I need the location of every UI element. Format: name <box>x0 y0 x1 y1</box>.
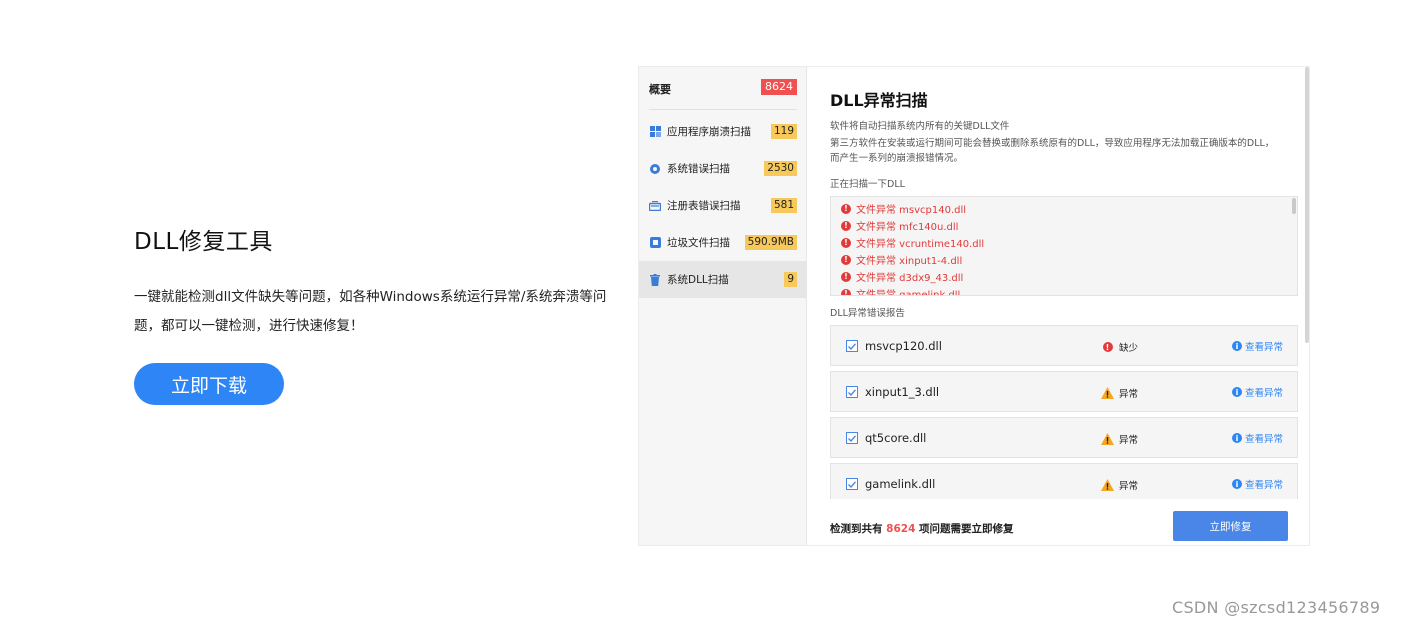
scan-log-scrollbar[interactable] <box>1292 198 1296 214</box>
scan-line-text: 文件异常 xinput1-4.dll <box>856 256 963 267</box>
sidebar-item-registry[interactable]: 注册表错误扫描 581 <box>639 187 807 224</box>
info-icon: i <box>1231 479 1242 489</box>
view-error-text: 查看异常 <box>1244 480 1283 491</box>
status-warning: 异常 <box>1101 478 1138 492</box>
summary-count: 8624 <box>886 523 916 535</box>
scan-line-text: 文件异常 msvcp140.dll <box>856 205 967 216</box>
error-icon: ! <box>1101 341 1114 353</box>
scan-line-text: 文件异常 mfc140u.dll <box>856 222 959 233</box>
panel-title: DLL异常扫描 <box>830 91 928 110</box>
error-icon: ! <box>841 237 851 248</box>
report-row: xinput1_3.dll 异常 i 查看异常 <box>830 371 1298 412</box>
watermark: CSDN @szcsd123456789 <box>1172 598 1381 617</box>
warning-icon <box>1101 387 1114 399</box>
download-button[interactable]: 立即下载 <box>134 363 284 405</box>
error-icon: ! <box>841 203 851 214</box>
issue-summary: 检测到共有 8624 项问题需要立即修复 <box>830 521 1014 536</box>
overview-count-badge: 8624 <box>761 79 797 95</box>
error-icon: ! <box>841 288 851 295</box>
junk-icon <box>649 237 661 249</box>
app-window: 概要 8624 应用程序崩溃扫描 119 系统错误扫描 2530 注册表错误扫描… <box>638 66 1310 546</box>
status-text: 异常 <box>1119 435 1139 446</box>
status-warning: 异常 <box>1101 386 1138 400</box>
dll-file-name: xinput1_3.dll <box>865 385 940 399</box>
status-text: 异常 <box>1119 481 1139 492</box>
count-badge: 2530 <box>764 161 797 176</box>
report-row: msvcp120.dll ! 缺少 i 查看异常 <box>830 325 1298 366</box>
status-text: 异常 <box>1119 389 1139 400</box>
page: DLL修复工具 一键就能检测dll文件缺失等问题，如各种Windows系统运行异… <box>0 0 1416 625</box>
sidebar-overview[interactable]: 概要 8624 <box>639 67 807 109</box>
sidebar: 概要 8624 应用程序崩溃扫描 119 系统错误扫描 2530 注册表错误扫描… <box>639 67 807 545</box>
panel-subtitle: 软件将自动扫描系统内所有的关键DLL文件 <box>830 121 1010 132</box>
sidebar-item-app-crash[interactable]: 应用程序崩溃扫描 119 <box>639 113 807 150</box>
sidebar-divider <box>649 109 797 110</box>
view-error-text: 查看异常 <box>1244 388 1283 399</box>
info-icon: i <box>1231 387 1242 397</box>
scan-line: ! 文件异常 xinput1-4.dll <box>841 251 962 268</box>
count-badge: 590.9MB <box>744 235 797 250</box>
main-panel: DLL异常扫描 软件将自动扫描系统内所有的关键DLL文件 第三方软件在安装或运行… <box>808 67 1309 545</box>
error-icon: ! <box>841 254 851 265</box>
summary-suffix: 项问题需要立即修复 <box>919 523 1014 535</box>
error-icon: ! <box>841 271 851 282</box>
row-checkbox[interactable] <box>846 340 858 352</box>
sidebar-item-system-dll[interactable]: 系统DLL扫描 9 <box>639 261 807 298</box>
status-text: 缺少 <box>1119 343 1139 354</box>
view-error-link[interactable]: i 查看异常 <box>1231 431 1283 445</box>
dll-file-name: gamelink.dll <box>865 477 936 491</box>
error-icon: ! <box>841 220 851 231</box>
dll-file-name: qt5core.dll <box>865 431 927 445</box>
view-error-text: 查看异常 <box>1244 342 1283 353</box>
view-error-text: 查看异常 <box>1244 434 1283 445</box>
row-checkbox[interactable] <box>846 432 858 444</box>
scan-log[interactable]: ! 文件异常 msvcp140.dll ! 文件异常 mfc140u.dll ! 文件… <box>830 196 1298 296</box>
gear-icon <box>649 163 661 175</box>
overview-label: 概要 <box>649 83 671 96</box>
promo-title: DLL修复工具 <box>134 229 273 255</box>
scan-line: ! 文件异常 vcruntime140.dll <box>841 234 984 251</box>
grid-icon <box>649 126 661 138</box>
view-error-link[interactable]: i 查看异常 <box>1231 477 1283 491</box>
fix-now-button[interactable]: 立即修复 <box>1173 511 1288 541</box>
scan-line: ! 文件异常 msvcp140.dll <box>841 200 966 217</box>
info-icon: i <box>1231 433 1242 443</box>
status-warning: 异常 <box>1101 432 1138 446</box>
row-checkbox[interactable] <box>846 478 858 490</box>
panel-description: 第三方软件在安装或运行期间可能会替换或删除系统原有的DLL，导致应用程序无法加载… <box>830 138 1275 164</box>
registry-icon <box>649 200 661 212</box>
scan-line: ! 文件异常 gamelink.dll <box>841 285 961 296</box>
view-error-link[interactable]: i 查看异常 <box>1231 339 1283 353</box>
sidebar-item-label: 系统DLL扫描 <box>667 274 729 286</box>
count-badge: 9 <box>784 272 797 287</box>
trash-icon <box>649 273 661 286</box>
dll-file-name: msvcp120.dll <box>865 339 942 353</box>
report-row: qt5core.dll 异常 i 查看异常 <box>830 417 1298 458</box>
sidebar-item-label: 注册表错误扫描 <box>667 200 741 212</box>
summary-prefix: 检测到共有 <box>830 523 883 535</box>
view-error-link[interactable]: i 查看异常 <box>1231 385 1283 399</box>
sidebar-item-label: 垃圾文件扫描 <box>667 237 730 249</box>
warning-icon <box>1101 433 1114 445</box>
scan-line-text: 文件异常 vcruntime140.dll <box>856 239 985 250</box>
warning-icon <box>1101 479 1114 491</box>
promo-description: 一键就能检测dll文件缺失等问题，如各种Windows系统运行异常/系统奔溃等问… <box>134 289 607 334</box>
sidebar-item-junk[interactable]: 垃圾文件扫描 590.9MB <box>639 224 807 261</box>
scan-line-text: 文件异常 gamelink.dll <box>856 290 961 296</box>
scan-line: ! 文件异常 mfc140u.dll <box>841 217 958 234</box>
row-checkbox[interactable] <box>846 386 858 398</box>
report-label: DLL异常错误报告 <box>830 308 905 319</box>
scan-line: ! 文件异常 d3dx9_43.dll <box>841 268 963 285</box>
info-icon: i <box>1231 341 1242 351</box>
count-badge: 119 <box>770 124 797 139</box>
sidebar-item-label: 系统错误扫描 <box>667 163 730 175</box>
scanning-label: 正在扫描一下DLL <box>830 179 905 190</box>
sidebar-item-system-error[interactable]: 系统错误扫描 2530 <box>639 150 807 187</box>
count-badge: 581 <box>770 198 797 213</box>
scan-line-text: 文件异常 d3dx9_43.dll <box>856 273 964 284</box>
status-missing: ! 缺少 <box>1101 340 1138 354</box>
panel-scrollbar[interactable] <box>1305 67 1309 343</box>
sidebar-item-label: 应用程序崩溃扫描 <box>667 126 751 138</box>
report-row: gamelink.dll 异常 i 查看异常 <box>830 463 1298 504</box>
